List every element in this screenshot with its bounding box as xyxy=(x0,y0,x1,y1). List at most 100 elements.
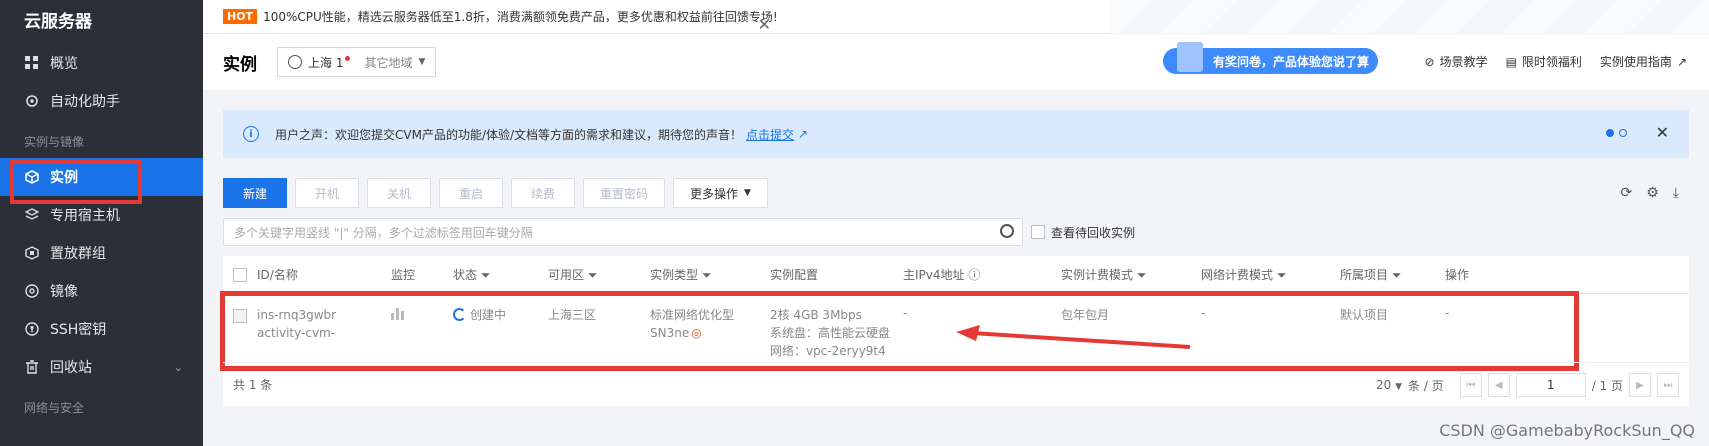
next-page-button[interactable]: ▶ xyxy=(1629,373,1651,397)
key-icon xyxy=(24,321,40,337)
row-checkbox[interactable] xyxy=(233,309,247,323)
header-status[interactable]: 状态 ⏷ xyxy=(453,266,490,283)
sidebar-item-label: 置放群组 xyxy=(50,246,106,262)
sidebar-item-label: 实例 xyxy=(50,170,78,186)
toolbar: 新建 开机 关机 重启 续费 重置密码 更多操作 ▼ ⟳ ⚙ ⤓ xyxy=(223,178,1689,208)
reset-password-button[interactable]: 重置密码 xyxy=(583,178,666,208)
type-line1: 标准网络优化型 xyxy=(650,308,735,322)
header-config: 实例配置 xyxy=(770,268,819,282)
sidebar: 云服务器 概览 自动化助手 实例与镜像 实例 专用宿主机 置放群组 镜像 SSH… xyxy=(0,0,203,446)
trash-icon xyxy=(24,359,40,375)
info-icon: i xyxy=(243,126,259,142)
loading-icon xyxy=(453,308,466,321)
table-footer: 共 1 条 20 ▼ 条 / 页 ⏮ ◀ 1 / 1 页 ▶ ⏭ xyxy=(223,362,1689,406)
survey-button[interactable]: 有奖问卷，产品体验您说了算 xyxy=(1163,42,1378,74)
prev-page-button[interactable]: ◀ xyxy=(1487,373,1510,397)
new-dot-icon xyxy=(345,55,351,61)
first-page-button[interactable]: ⏮ xyxy=(1459,373,1482,397)
ip-value: - xyxy=(903,306,908,320)
ops-value: - xyxy=(1445,306,1450,320)
select-all-checkbox[interactable] xyxy=(233,268,247,282)
main-content: i 用户之声：欢迎您提交CVM产品的功能/体验/文档等方面的需求和建议，期待您的… xyxy=(203,90,1709,446)
renew-button[interactable]: 续费 xyxy=(511,178,575,208)
submit-feedback-link[interactable]: 点击提交 xyxy=(746,126,794,143)
config-line3[interactable]: 网络：vpc-2eryy9t4 xyxy=(770,342,890,360)
sidebar-item-images[interactable]: 镜像 xyxy=(0,272,203,310)
carousel-dots[interactable] xyxy=(1606,129,1627,137)
hot-badge: HOT xyxy=(223,9,258,24)
region-current: 上海 1 xyxy=(308,55,344,70)
start-button[interactable]: 开机 xyxy=(295,178,359,208)
page-title: 实例 xyxy=(223,54,257,75)
instance-name[interactable]: activity-cvm- xyxy=(257,324,336,342)
checkbox[interactable] xyxy=(1031,225,1045,239)
recycle-label: 查看待回收实例 xyxy=(1051,225,1136,240)
info-icon[interactable]: ⓘ xyxy=(968,268,980,282)
project-value: 默认项目 xyxy=(1340,308,1389,322)
close-icon[interactable]: ✕ xyxy=(1656,123,1669,142)
cube-icon xyxy=(24,169,40,185)
ubuntu-icon: ◎ xyxy=(691,326,702,340)
external-link-icon: ↗ xyxy=(1676,54,1687,69)
total-count: 共 1 条 xyxy=(233,378,273,392)
sidebar-item-recycle-bin[interactable]: 回收站 ⌄ xyxy=(0,348,203,386)
usage-guide-link[interactable]: 实例使用指南 ↗ xyxy=(1600,53,1687,70)
globe-icon xyxy=(288,55,302,69)
download-icon[interactable]: ⤓ xyxy=(1673,185,1679,201)
scenario-tutorial-link[interactable]: ⊘ 场景教学 xyxy=(1424,53,1487,70)
toolbar-icons: ⟳ ⚙ ⤓ xyxy=(1621,185,1680,201)
document-icon xyxy=(1177,42,1203,72)
recycle-checkbox[interactable]: 查看待回收实例 xyxy=(1031,224,1135,241)
grid-icon xyxy=(24,55,40,71)
gear-icon[interactable]: ⚙ xyxy=(1646,185,1659,201)
header-type[interactable]: 实例类型 ⏷ xyxy=(650,266,711,283)
last-page-button[interactable]: ⏭ xyxy=(1657,373,1679,397)
stop-button[interactable]: 关机 xyxy=(367,178,431,208)
disc-icon xyxy=(24,283,40,299)
search-input[interactable]: 多个关键字用竖线 "|" 分隔，多个过滤标签用回车键分隔 xyxy=(223,218,1023,246)
region-selector[interactable]: 上海 1 其它地域 ▼ xyxy=(277,47,437,77)
sidebar-item-ssh-keys[interactable]: SSH密钥 xyxy=(0,310,203,348)
page-size-select[interactable]: 20 ▼ xyxy=(1376,378,1402,392)
close-icon[interactable]: ✕ xyxy=(758,15,771,34)
page-input[interactable]: 1 xyxy=(1515,373,1586,397)
limited-welfare-link[interactable]: ▤ 限时领福利 xyxy=(1506,53,1582,70)
sidebar-item-label: 回收站 xyxy=(50,360,92,376)
zone-value: 上海三区 xyxy=(548,308,597,322)
filter-icon: ⏷ xyxy=(587,268,598,282)
header-net-billing[interactable]: 网络计费模式 ⏷ xyxy=(1201,266,1286,283)
filter-icon: ⏷ xyxy=(701,268,712,282)
search-placeholder: 多个关键字用竖线 "|" 分隔，多个过滤标签用回车键分隔 xyxy=(234,225,533,240)
instance-id[interactable]: ins-rnq3gwbr xyxy=(257,306,336,324)
header-zone[interactable]: 可用区 ⏷ xyxy=(548,266,597,283)
refresh-icon[interactable]: ⟳ xyxy=(1621,185,1633,201)
config-line1: 2核 4GB 3Mbps xyxy=(770,308,862,322)
search-row: 多个关键字用竖线 "|" 分隔，多个过滤标签用回车键分隔 查看待回收实例 xyxy=(223,218,1689,246)
external-link-icon: ↗ xyxy=(798,127,809,141)
caret-down-icon: ▼ xyxy=(418,57,426,67)
more-actions-dropdown[interactable]: 更多操作 ▼ xyxy=(673,178,768,208)
header-project[interactable]: 所属项目 ⏷ xyxy=(1340,266,1401,283)
sidebar-item-automation[interactable]: 自动化助手 xyxy=(0,82,203,120)
header-billing[interactable]: 实例计费模式 ⏷ xyxy=(1061,266,1146,283)
sidebar-item-placement-group[interactable]: 置放群组 xyxy=(0,234,203,272)
header-ip: 主IPv4地址 ⓘ xyxy=(903,268,981,282)
sidebar-item-overview[interactable]: 概览 xyxy=(0,44,203,82)
region-other: 其它地域 xyxy=(364,55,413,70)
new-button[interactable]: 新建 xyxy=(223,178,287,208)
search-icon[interactable] xyxy=(1000,224,1014,238)
header-id: ID/名称 xyxy=(257,268,298,282)
watermark: CSDN @GamebabyRockSun_QQ xyxy=(1439,421,1695,440)
restart-button[interactable]: 重启 xyxy=(439,178,503,208)
notice-text[interactable]: 100%CPU性能，精选云服务器低至1.8折，消费满额领免费产品，更多优惠和权益… xyxy=(263,8,778,25)
sidebar-item-instances[interactable]: 实例 xyxy=(0,158,203,204)
pagination: 20 ▼ 条 / 页 ⏮ ◀ 1 / 1 页 ▶ ⏭ xyxy=(1376,373,1679,397)
chevron-down-icon[interactable]: ⌄ xyxy=(174,361,183,374)
gear-robot-icon xyxy=(24,93,40,109)
type-line2: SN3ne xyxy=(650,326,690,340)
bar-chart-icon[interactable] xyxy=(391,308,405,323)
survey-label: 有奖问卷，产品体验您说了算 xyxy=(1213,54,1370,69)
sidebar-item-dedicated-host[interactable]: 专用宿主机 xyxy=(0,196,203,234)
eye-off-icon: ⊘ xyxy=(1424,54,1435,69)
header-links: ⊘ 场景教学 ▤ 限时领福利 实例使用指南 ↗ xyxy=(1424,53,1687,70)
